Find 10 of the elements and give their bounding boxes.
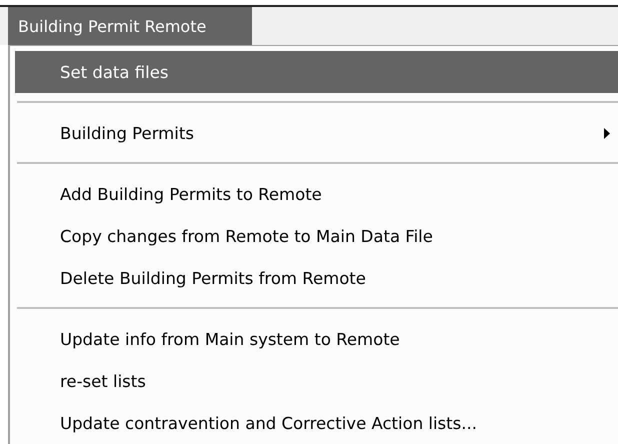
menu-item[interactable]: re-set lists [15, 360, 618, 402]
menu-item[interactable]: Update contravention and Corrective Action lists... [15, 402, 618, 444]
menu-item[interactable]: Delete Building Permits from Remote [15, 257, 618, 299]
submenu-arrow-icon [604, 128, 610, 138]
menu-item[interactable]: Copy changes from Remote to Main Data File [15, 215, 618, 257]
menu-title[interactable]: Building Permit Remote [8, 7, 252, 45]
menu-item[interactable]: Add Building Permits to Remote [15, 173, 618, 215]
menu-item[interactable]: Set data files [15, 51, 618, 93]
menu-item[interactable]: Building Permits [15, 112, 618, 154]
menu-item[interactable]: Update info from Main system to Remote [15, 318, 618, 360]
